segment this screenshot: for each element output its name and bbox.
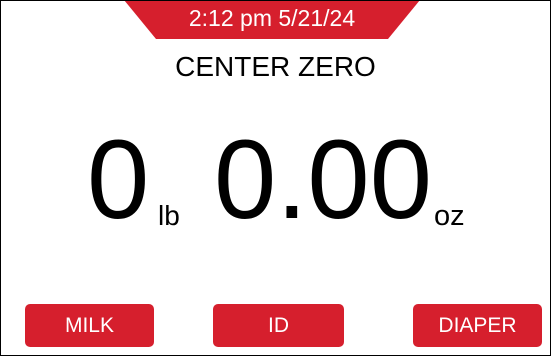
id-button[interactable]: ID [213, 304, 344, 347]
diaper-button[interactable]: DIAPER [413, 304, 542, 347]
pounds-value: 0 [87, 117, 150, 242]
datetime-text: 2:12 pm 5/21/24 [188, 5, 356, 31]
ounces-unit: oz [434, 200, 465, 232]
ounces-value: 0.00 [214, 117, 432, 242]
pounds-unit: lb [158, 200, 180, 231]
milk-button[interactable]: MILK [25, 304, 154, 347]
scale-screen: 2:12 pm 5/21/24 CENTER ZERO 0 lb 0.00 oz… [0, 0, 551, 356]
status-message: CENTER ZERO [175, 51, 376, 82]
datetime-banner: 2:12 pm 5/21/24 [124, 1, 420, 39]
weight-display: 0 lb 0.00 oz [1, 124, 550, 236]
